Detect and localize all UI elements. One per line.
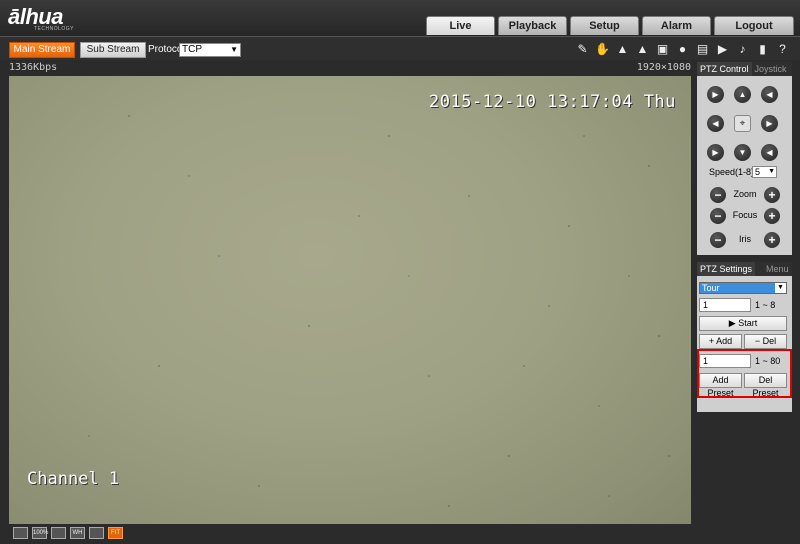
tab-playback[interactable]: Playback xyxy=(498,16,567,35)
ptz-center-button[interactable]: ⌖ xyxy=(734,115,751,132)
ptz-left-button[interactable]: ◀ xyxy=(707,115,724,132)
ptz-control-panel: PTZ Control Joystick ▶ ▲ ◀ ◀ ⌖ ▶ ▶ ▼ ◀ S… xyxy=(697,62,792,255)
fullscreen-icon[interactable] xyxy=(13,527,28,539)
ptz-settings-panel: PTZ Settings Menu Tour ▼ 1 1 ~ 8 ▶ Start… xyxy=(697,262,792,412)
chevron-down-icon: ▼ xyxy=(230,45,238,54)
main-nav-tabs: Live Playback Setup Alarm Logout xyxy=(426,16,794,36)
minus-icon: − xyxy=(754,336,763,346)
speed-select[interactable]: 5 ▼ xyxy=(752,166,777,178)
ptz-down-left-button[interactable]: ▶ xyxy=(707,144,724,161)
region-icon[interactable]: ▣ xyxy=(654,42,671,57)
speed-value: 5 xyxy=(755,167,761,177)
volume-icon[interactable]: ♪ xyxy=(734,42,751,57)
fit-active-icon[interactable]: FIT xyxy=(108,527,123,539)
tab-logout[interactable]: Logout xyxy=(714,16,794,35)
protocol-value: TCP xyxy=(182,44,202,55)
focus-row: − Focus + xyxy=(710,208,780,224)
ptz-direction-pad: ▶ ▲ ◀ ◀ ⌖ ▶ ▶ ▼ ◀ xyxy=(707,86,791,161)
zoom-icon[interactable]: ✎ xyxy=(574,42,591,57)
wh-icon[interactable]: WH xyxy=(70,527,85,539)
chevron-down-icon: ▼ xyxy=(768,168,775,175)
toolbar-icons: ✎ ✋ ▲ ▲ ▣ ● ▤ ▶ ♪ ▮ ? xyxy=(574,42,791,57)
ptz-mode-select[interactable]: Tour ▼ xyxy=(699,282,787,294)
ratio-icon[interactable] xyxy=(89,527,104,539)
alarm-out-icon[interactable]: ▲ xyxy=(634,42,651,57)
ptz-down-button[interactable]: ▼ xyxy=(734,144,751,161)
top-header: ālhua TECHNOLOGY Live Playback Setup Al… xyxy=(0,0,800,36)
start-label: Start xyxy=(738,318,758,328)
video-icon[interactable]: ▶ xyxy=(714,42,731,57)
mic-icon[interactable]: ▮ xyxy=(754,42,771,57)
original-size-icon[interactable]: 100% xyxy=(32,527,48,539)
preset-highlight-box xyxy=(697,349,792,398)
add-label: Add xyxy=(716,336,733,346)
alarm-icon[interactable]: ▲ xyxy=(614,42,631,57)
ptz-mode-value: Tour xyxy=(702,283,720,293)
focus-plus-button[interactable]: + xyxy=(764,208,780,224)
tab-setup[interactable]: Setup xyxy=(570,16,639,35)
osd-timestamp: 2015-12-10 13:17:04 Thu xyxy=(429,92,676,112)
start-button[interactable]: ▶ Start xyxy=(699,316,787,331)
sub-stream-button[interactable]: Sub Stream xyxy=(80,42,146,58)
live-video-view[interactable]: 2015-12-10 13:17:04 Thu Channel 1 xyxy=(9,76,691,524)
fit-window-icon[interactable] xyxy=(51,527,66,539)
zoom-row: − Zoom + xyxy=(710,187,780,203)
osd-channel-name: Channel 1 xyxy=(27,469,120,489)
tour-range-label: 1 ~ 8 xyxy=(755,300,776,310)
tab-live[interactable]: Live xyxy=(426,16,495,35)
add-button[interactable]: + Add xyxy=(699,334,742,349)
del-button[interactable]: − Del xyxy=(744,334,787,349)
stream-info-bar: 1336Kbps 1920×1080 xyxy=(9,62,691,75)
tab-joystick[interactable]: Joystick xyxy=(752,62,790,76)
tab-ptz-settings[interactable]: PTZ Settings xyxy=(697,262,756,276)
ptz-down-right-button[interactable]: ◀ xyxy=(761,144,778,161)
ptz-up-button[interactable]: ▲ xyxy=(734,86,751,103)
chevron-down-icon: ▼ xyxy=(775,283,786,293)
protocol-select[interactable]: TCP ▼ xyxy=(179,43,241,57)
tab-ptz-control[interactable]: PTZ Control xyxy=(697,62,752,76)
live-toolbar: Main Stream Sub Stream Protocol TCP ▼ ✎ … xyxy=(0,36,800,60)
resolution-text: 1920×1080 xyxy=(636,62,691,73)
tab-alarm[interactable]: Alarm xyxy=(642,16,711,35)
zoom-in-button[interactable]: + xyxy=(764,187,780,203)
iris-row: − Iris + xyxy=(710,232,780,248)
tour-number-input[interactable]: 1 xyxy=(699,298,751,312)
video-bottom-bar: 100% WH FIT xyxy=(9,525,691,542)
tab-menu[interactable]: Menu xyxy=(763,262,792,276)
ptz-up-left-button[interactable]: ▶ xyxy=(707,86,724,103)
hand-icon[interactable]: ✋ xyxy=(594,42,611,57)
ptz-right-button[interactable]: ▶ xyxy=(761,115,778,132)
main-stream-button[interactable]: Main Stream xyxy=(9,42,75,58)
help-icon[interactable]: ? xyxy=(774,42,791,57)
ptz-up-right-button[interactable]: ◀ xyxy=(761,86,778,103)
wall-texture xyxy=(88,115,670,507)
play-icon: ▶ xyxy=(728,318,739,328)
del-label: Del xyxy=(762,336,777,346)
logo-subtitle: TECHNOLOGY xyxy=(34,26,75,32)
record-icon[interactable]: ● xyxy=(674,42,691,57)
snapshot-icon[interactable]: ▤ xyxy=(694,42,711,57)
bitrate-text: 1336Kbps xyxy=(9,62,58,73)
speed-label: Speed(1-8): xyxy=(709,167,757,177)
iris-plus-button[interactable]: + xyxy=(764,232,780,248)
